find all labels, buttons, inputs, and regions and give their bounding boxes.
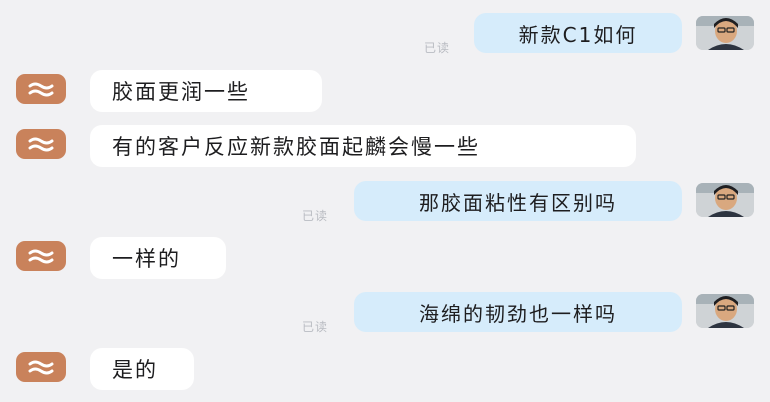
read-status: 已读	[302, 209, 329, 223]
user-avatar[interactable]	[696, 294, 754, 328]
message-bubble-incoming[interactable]: 有的客户反应新款胶面起麟会慢一些	[90, 125, 636, 167]
message-row-incoming: 一样的	[0, 236, 770, 280]
message-bubble-outgoing[interactable]: 那胶面粘性有区别吗	[354, 181, 682, 221]
contact-avatar[interactable]	[16, 352, 66, 382]
message-row-incoming: 胶面更润一些	[0, 69, 770, 113]
message-bubble-outgoing[interactable]: 海绵的韧劲也一样吗	[354, 292, 682, 332]
contact-avatar[interactable]	[16, 129, 66, 159]
contact-avatar[interactable]	[16, 241, 66, 271]
contact-avatar[interactable]	[16, 74, 66, 104]
user-photo-avatar	[696, 183, 754, 217]
read-status: 已读	[424, 41, 451, 55]
user-photo-avatar	[696, 16, 754, 50]
user-photo-avatar	[696, 294, 754, 328]
chat-thread: 已读 新款C1如何 胶面更润一些 有的客户反应新款胶面起麟会慢一些 已读 那胶面…	[0, 0, 770, 402]
message-row-incoming: 有的客户反应新款胶面起麟会慢一些	[0, 125, 770, 169]
wave-logo-icon	[28, 360, 54, 375]
message-bubble-outgoing[interactable]: 新款C1如何	[474, 13, 682, 53]
message-bubble-incoming[interactable]: 一样的	[90, 237, 226, 279]
message-row-outgoing: 已读 海绵的韧劲也一样吗	[0, 292, 770, 336]
wave-logo-icon	[28, 249, 54, 264]
message-row-outgoing: 已读 那胶面粘性有区别吗	[0, 181, 770, 225]
user-avatar[interactable]	[696, 16, 754, 50]
wave-logo-icon	[28, 137, 54, 152]
message-bubble-incoming[interactable]: 是的	[90, 348, 194, 390]
message-bubble-incoming[interactable]: 胶面更润一些	[90, 70, 322, 112]
user-avatar[interactable]	[696, 183, 754, 217]
message-row-incoming: 是的	[0, 347, 770, 391]
read-status: 已读	[302, 320, 329, 334]
message-row-outgoing: 已读 新款C1如何	[0, 13, 770, 57]
wave-logo-icon	[28, 82, 54, 97]
